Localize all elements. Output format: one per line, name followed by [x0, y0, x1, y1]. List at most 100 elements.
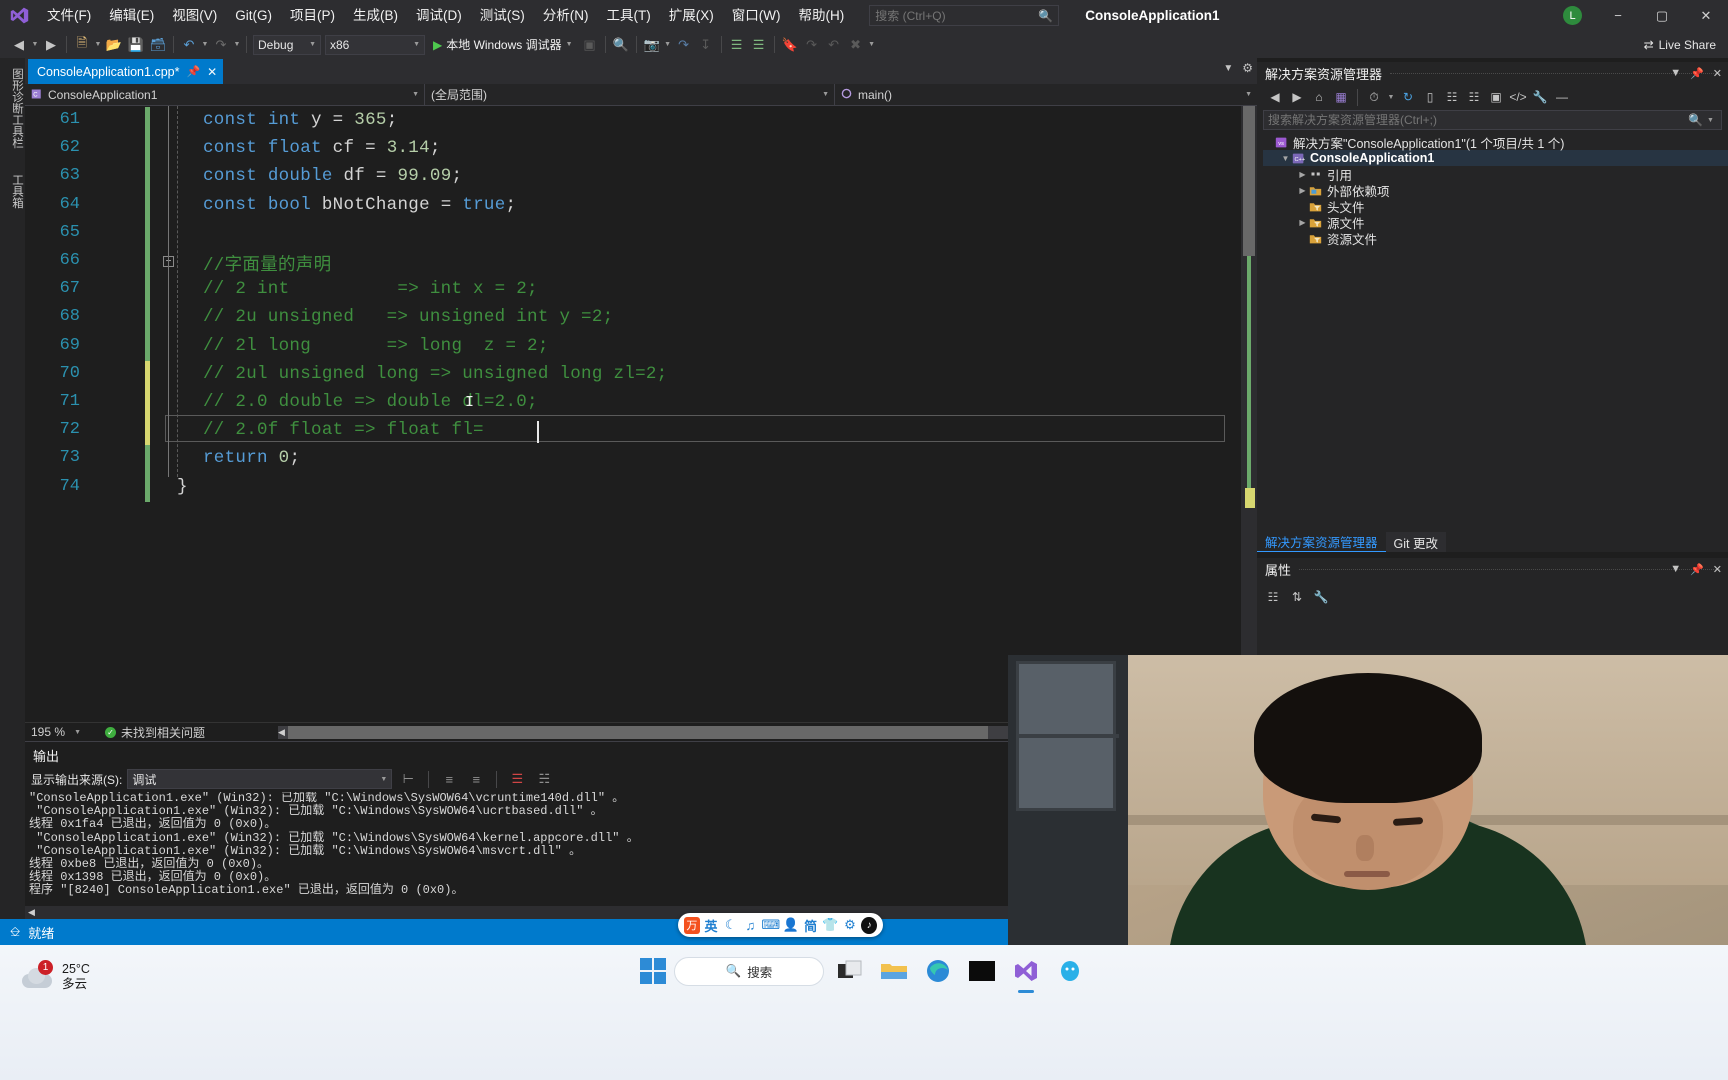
scroll-left-arrow-icon[interactable]: ◀: [278, 727, 285, 738]
menu-item-4[interactable]: 项目(P): [281, 0, 344, 31]
menu-item-0[interactable]: 文件(F): [38, 0, 100, 31]
solution-tree[interactable]: vs 解决方案"ConsoleApplication1"(1 个项目/共 1 个)…: [1263, 134, 1728, 247]
toggle-wordwrap-icon[interactable]: ≡: [438, 769, 460, 790]
tab-solution-explorer[interactable]: 解决方案资源管理器: [1257, 532, 1386, 552]
nav-scope-combo[interactable]: (全局范围) ▼: [425, 83, 835, 106]
code-line[interactable]: // 2l long => long z = 2;: [203, 336, 549, 356]
voice-icon[interactable]: ♫: [742, 915, 759, 935]
account-avatar[interactable]: L: [1563, 6, 1582, 25]
search-in-files-icon[interactable]: 🔍: [610, 34, 632, 56]
tab-settings-gear-icon[interactable]: ⚙: [1242, 61, 1253, 75]
screenshot-dropdown-icon[interactable]: ▼: [663, 41, 673, 48]
undo-dropdown-icon[interactable]: ▼: [200, 41, 210, 48]
output-log[interactable]: "ConsoleApplication1.exe" (Win32): 已加载 "…: [29, 792, 1008, 907]
menu-item-11[interactable]: 窗口(W): [723, 0, 790, 31]
platform-combo[interactable]: x86 ▼: [325, 34, 425, 55]
nav-project-combo[interactable]: C ConsoleApplication1 ▼: [25, 83, 425, 106]
alphabetical-icon[interactable]: ⇅: [1287, 588, 1307, 606]
collapse-all-icon[interactable]: ▯: [1420, 87, 1440, 107]
taskbar-weather-widget[interactable]: 1 25°C 多云: [20, 960, 90, 992]
terminal-icon[interactable]: [964, 955, 1000, 987]
tab-git-changes[interactable]: Git 更改: [1385, 532, 1446, 552]
close-button[interactable]: ✕: [1684, 0, 1728, 31]
bookmark-icon[interactable]: 🔖: [779, 34, 801, 56]
menu-bar[interactable]: 文件(F) 编辑(E) 视图(V) Git(G) 项目(P) 生成(B) 调试(D) 测试(S…: [38, 0, 853, 31]
gear-icon[interactable]: ⚙: [842, 915, 859, 935]
code-line[interactable]: }: [177, 477, 188, 497]
chevron-collapsed-icon[interactable]: ▶: [1297, 218, 1308, 227]
menu-item-7[interactable]: 测试(S): [471, 0, 534, 31]
chevron-down-icon[interactable]: ▼: [1386, 94, 1396, 101]
properties-icon[interactable]: ☷: [1464, 87, 1484, 107]
ime-simplified-mode[interactable]: 简: [802, 915, 819, 935]
menu-item-9[interactable]: 工具(T): [598, 0, 660, 31]
code-view-icon[interactable]: </>: [1508, 87, 1528, 107]
navigate-forward-icon[interactable]: ▶: [40, 34, 62, 56]
ime-toolbar[interactable]: 万 英 ☾ ♫ ⌨ 👤 简 👕 ⚙ ♪: [678, 913, 883, 937]
editor-horizontal-scrollbar[interactable]: ◀: [278, 725, 1012, 739]
back-icon[interactable]: ◀: [1265, 87, 1285, 107]
windows-start-icon[interactable]: [640, 958, 666, 984]
back-dropdown-icon[interactable]: ▼: [30, 41, 40, 48]
step-over-icon[interactable]: ↷: [673, 34, 695, 56]
ime-logo-icon[interactable]: 万: [684, 916, 700, 934]
chevron-expanded-icon[interactable]: ▼: [1280, 154, 1291, 163]
toggle-autoscroll-icon[interactable]: ≡: [465, 769, 487, 790]
quick-launch-search[interactable]: 🔍: [869, 5, 1060, 26]
menu-item-5[interactable]: 生成(B): [344, 0, 407, 31]
clear-all-icon[interactable]: ⊢: [397, 769, 419, 790]
sidebar-tab-toolbox[interactable]: 工具箱: [0, 168, 25, 215]
save-all-icon[interactable]: 🗃: [147, 34, 169, 56]
code-line[interactable]: //字面量的声明: [203, 251, 331, 276]
next-bookmark-icon[interactable]: ↷: [801, 34, 823, 56]
undo-icon[interactable]: ↶: [178, 34, 200, 56]
code-line[interactable]: // 2.0 double => double dl=2.0;: [203, 392, 538, 412]
redo-icon[interactable]: ↷: [210, 34, 232, 56]
magnifier-icon[interactable]: 🔍: [1688, 113, 1703, 127]
preview-icon[interactable]: ▣: [1486, 87, 1506, 107]
file-explorer-icon[interactable]: [876, 955, 912, 987]
navigate-back-icon[interactable]: ◀: [8, 34, 30, 56]
task-view-icon[interactable]: [832, 955, 868, 987]
open-file-icon[interactable]: 📂: [103, 34, 125, 56]
clear-bookmarks-icon[interactable]: ✖: [845, 34, 867, 56]
ime-english-mode[interactable]: 英: [703, 915, 720, 935]
list-icon[interactable]: ☰: [506, 769, 528, 790]
moon-icon[interactable]: ☾: [722, 915, 739, 935]
search-input[interactable]: [875, 8, 1036, 23]
user-icon[interactable]: 👤: [783, 915, 800, 935]
comment-icon[interactable]: ☰: [726, 34, 748, 56]
property-pages-icon[interactable]: 🔧: [1311, 588, 1331, 606]
editor-vertical-scrollbar[interactable]: [1241, 106, 1257, 722]
chevron-collapsed-icon[interactable]: ▶: [1297, 186, 1308, 195]
zoom-level-combo[interactable]: 195 % ▼: [25, 725, 87, 739]
close-icon[interactable]: ✕: [1713, 563, 1722, 576]
forward-icon[interactable]: ▶: [1287, 87, 1307, 107]
menu-item-12[interactable]: 帮助(H): [789, 0, 853, 31]
document-tab-consoleapplication1-cpp[interactable]: ConsoleApplication1.cpp* 📌 ✕: [28, 59, 224, 84]
taskbar-search[interactable]: 🔍 搜索: [674, 956, 824, 986]
qq-icon[interactable]: [1052, 955, 1088, 987]
scroll-left-arrow-icon[interactable]: ◀: [28, 907, 35, 918]
menu-item-10[interactable]: 扩展(X): [660, 0, 723, 31]
code-line[interactable]: const bool bNotChange = true;: [203, 195, 516, 215]
tree-item-0[interactable]: vs 解决方案"ConsoleApplication1"(1 个项目/共 1 个): [1263, 134, 1728, 151]
more-icon[interactable]: —: [1552, 87, 1572, 107]
solution-search-input[interactable]: [1268, 113, 1688, 127]
output-source-combo[interactable]: 调试 ▼: [127, 769, 393, 789]
menu-item-8[interactable]: 分析(N): [534, 0, 598, 31]
home-icon[interactable]: ⌂: [1309, 87, 1329, 107]
new-dropdown-icon[interactable]: ▼: [93, 41, 103, 48]
menu-item-6[interactable]: 调试(D): [407, 0, 471, 31]
skin-icon[interactable]: 👕: [822, 915, 839, 935]
tab-list-chevron-icon[interactable]: ▼: [1223, 63, 1233, 74]
uncomment-icon[interactable]: ☰: [748, 34, 770, 56]
new-file-icon[interactable]: 🗎: [71, 34, 93, 56]
solution-icon[interactable]: ▦: [1331, 87, 1351, 107]
refresh-icon[interactable]: ↻: [1398, 87, 1418, 107]
scroll-thumb[interactable]: [288, 725, 988, 739]
maximize-button[interactable]: ▢: [1640, 0, 1684, 31]
code-line[interactable]: // 2 int => int x = 2;: [203, 279, 538, 299]
close-icon[interactable]: ✕: [1713, 67, 1722, 80]
pin-icon[interactable]: 📌: [186, 65, 200, 78]
